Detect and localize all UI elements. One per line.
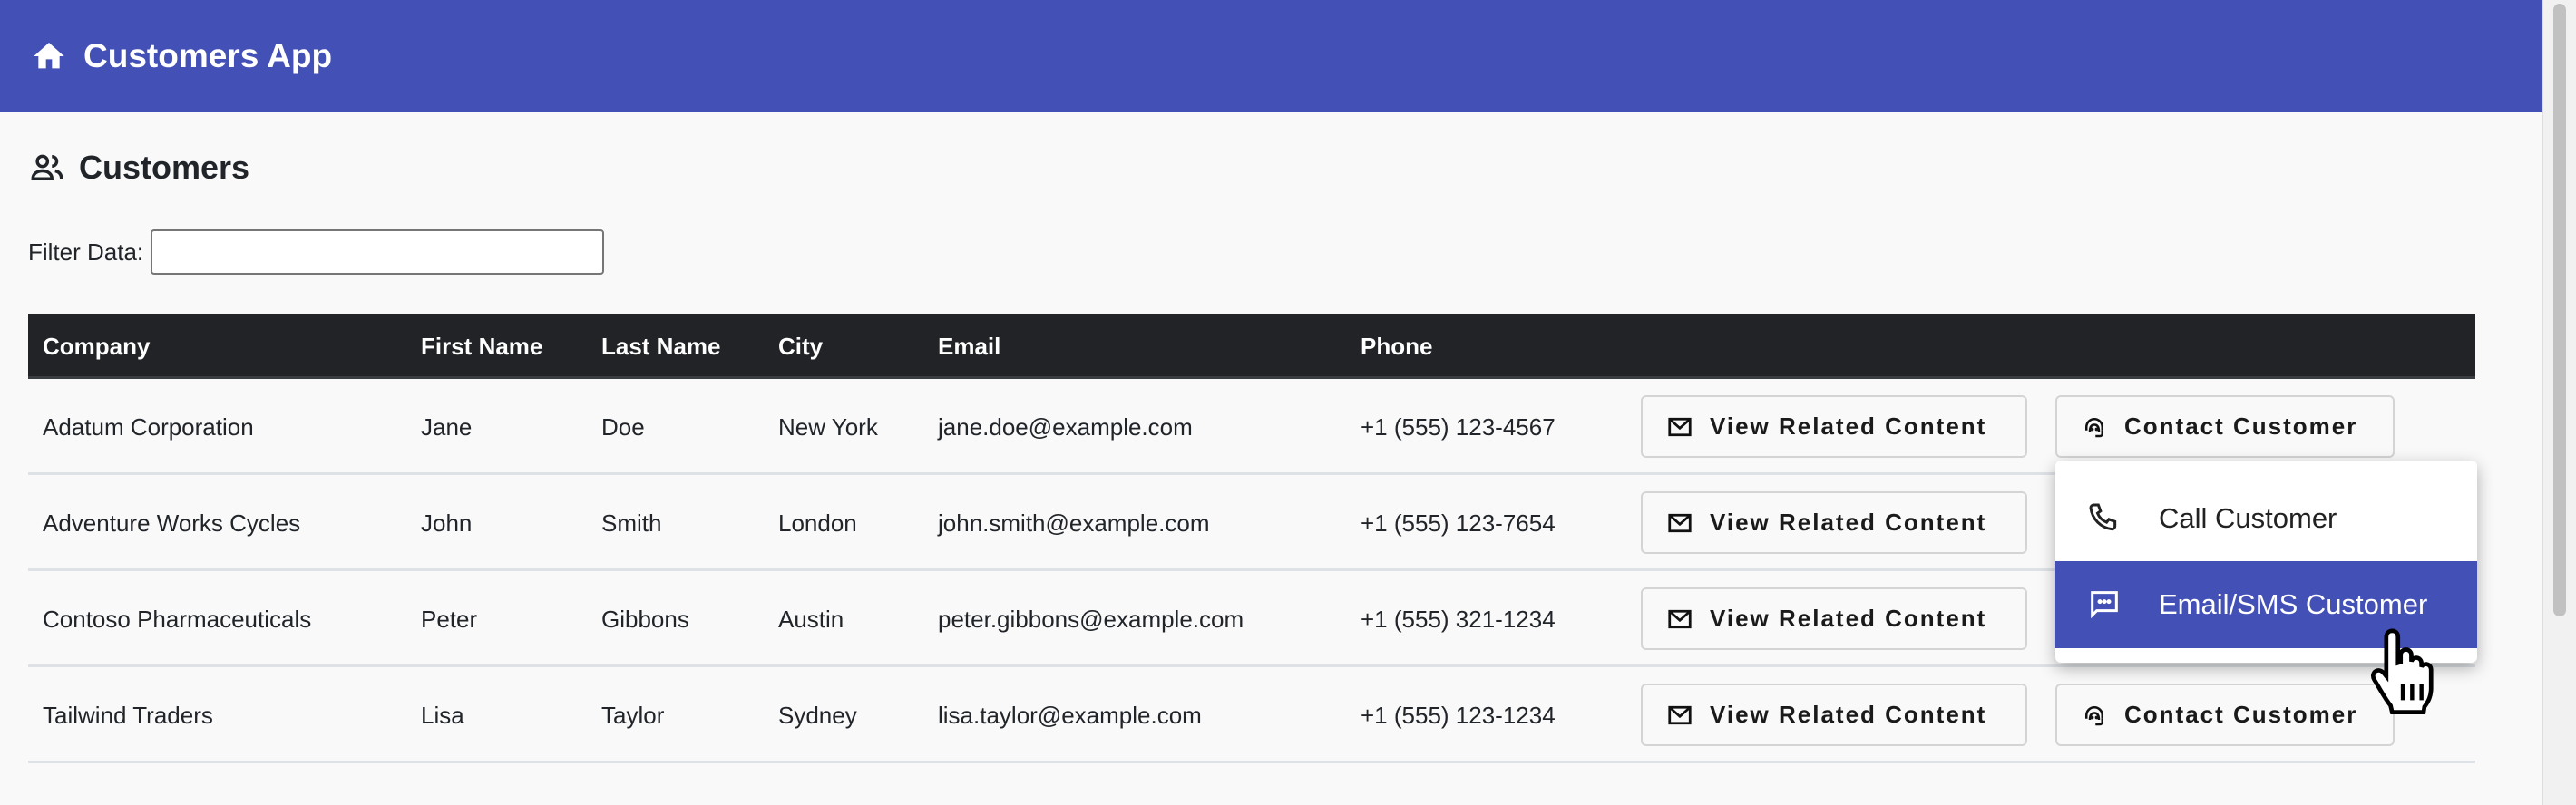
- button-label: View Related Content: [1710, 412, 1987, 440]
- page-heading: Customers: [28, 149, 249, 187]
- filter-bar: Filter Data:: [28, 229, 605, 275]
- button-label: Contact Customer: [2124, 412, 2358, 440]
- cell-last: Smith: [601, 509, 662, 537]
- column-header-first-name[interactable]: First Name: [421, 314, 542, 379]
- menu-item-call-customer[interactable]: Call Customer: [2055, 475, 2477, 561]
- envelope-icon: [1668, 417, 1692, 436]
- menu-item-label: Call Customer: [2159, 501, 2337, 534]
- cell-last: Taylor: [601, 702, 665, 729]
- menu-item-label: Email/SMS Customer: [2159, 588, 2428, 620]
- envelope-icon: [1668, 609, 1692, 628]
- table-header: Company First Name Last Name City Email …: [28, 314, 2475, 379]
- cell-email: peter.gibbons@example.com: [938, 606, 1244, 633]
- cell-email: lisa.taylor@example.com: [938, 702, 1202, 729]
- view-related-content-button[interactable]: View Related Content: [1641, 395, 2027, 458]
- filter-label: Filter Data:: [28, 238, 144, 266]
- cell-last: Doe: [601, 413, 645, 441]
- support-agent-icon: [2085, 417, 2103, 437]
- contact-customer-button[interactable]: Contact Customer: [2055, 684, 2395, 746]
- view-related-content-button[interactable]: View Related Content: [1641, 587, 2027, 650]
- button-label: Contact Customer: [2124, 701, 2358, 728]
- column-header-company[interactable]: Company: [43, 314, 150, 379]
- envelope-icon: [1668, 705, 1692, 724]
- button-label: View Related Content: [1710, 701, 1987, 728]
- support-agent-icon: [2085, 705, 2103, 725]
- cell-phone: +1 (555) 321-1234: [1361, 606, 1556, 633]
- cell-email: jane.doe@example.com: [938, 413, 1193, 441]
- cell-city: London: [778, 509, 857, 537]
- column-header-phone[interactable]: Phone: [1361, 314, 1432, 379]
- cell-company: Contoso Pharmaceuticals: [43, 606, 312, 633]
- hand-pointer-cursor-icon: [2370, 628, 2434, 714]
- people-icon: [31, 154, 63, 180]
- app-header: Customers App: [0, 0, 2542, 112]
- cell-phone: +1 (555) 123-7654: [1361, 509, 1556, 537]
- button-label: View Related Content: [1710, 509, 1987, 536]
- cell-phone: +1 (555) 123-4567: [1361, 413, 1556, 441]
- page-title: Customers: [79, 149, 250, 186]
- chat-icon: [2091, 591, 2118, 619]
- cell-first: Peter: [421, 606, 478, 633]
- scrollbar-thumb[interactable]: [2553, 4, 2566, 616]
- column-header-city[interactable]: City: [778, 314, 823, 379]
- cell-last: Gibbons: [601, 606, 689, 633]
- cell-company: Adatum Corporation: [43, 413, 254, 441]
- button-label: View Related Content: [1710, 605, 1987, 632]
- cell-first: Lisa: [421, 702, 464, 729]
- filter-input[interactable]: [151, 229, 605, 275]
- view-related-content-button[interactable]: View Related Content: [1641, 684, 2027, 746]
- cell-city: Sydney: [778, 702, 857, 729]
- column-header-email[interactable]: Email: [938, 314, 1000, 379]
- envelope-icon: [1668, 513, 1692, 532]
- home-icon: [34, 42, 64, 68]
- phone-icon: [2089, 503, 2117, 530]
- cell-company: Adventure Works Cycles: [43, 509, 301, 537]
- cell-city: New York: [778, 413, 878, 441]
- cell-city: Austin: [778, 606, 844, 633]
- cell-first: John: [421, 509, 473, 537]
- column-header-last-name[interactable]: Last Name: [601, 314, 721, 379]
- cell-company: Tailwind Traders: [43, 702, 213, 729]
- cell-first: Jane: [421, 413, 473, 441]
- app-title: Customers App: [83, 36, 333, 74]
- view-related-content-button[interactable]: View Related Content: [1641, 491, 2027, 554]
- cell-email: john.smith@example.com: [938, 509, 1210, 537]
- contact-customer-button[interactable]: Contact Customer: [2055, 395, 2395, 458]
- vertical-scrollbar[interactable]: [2542, 0, 2576, 805]
- table-row: Tailwind Traders Lisa Taylor Sydney lisa.tay…: [28, 667, 2475, 763]
- cell-phone: +1 (555) 123-1234: [1361, 702, 1556, 729]
